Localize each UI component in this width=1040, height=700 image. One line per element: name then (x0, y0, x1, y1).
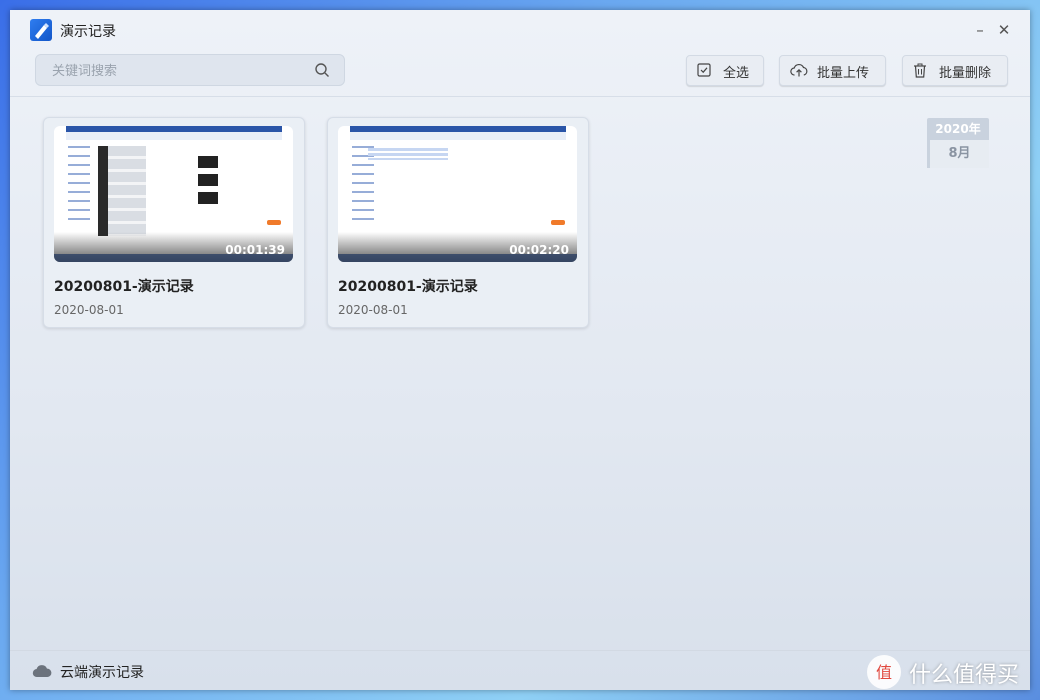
recording-card[interactable]: 00:01:39 20200801-演示记录 2020-08-01 (43, 117, 305, 328)
presentation-pen-icon (30, 19, 52, 41)
batch-delete-button[interactable]: 批量删除 (902, 55, 1008, 86)
toolbar-divider (10, 96, 1030, 97)
recording-duration: 00:01:39 (225, 243, 285, 257)
recording-title: 20200801-演示记录 (338, 279, 478, 295)
recording-date: 2020-08-01 (54, 303, 124, 317)
timeline-year[interactable]: 2020年 (927, 118, 989, 140)
search-box (35, 54, 345, 87)
window-title: 演示记录 (60, 24, 116, 40)
batch-upload-label: 批量上传 (817, 66, 870, 81)
search-icon[interactable] (314, 62, 330, 78)
watermark-text: 什么值得买 (909, 663, 1020, 688)
batch-delete-label: 批量删除 (939, 66, 992, 81)
cloud-records-label: 云端演示记录 (60, 665, 144, 681)
watermark-logo: 值 (867, 655, 901, 689)
footer-divider (10, 650, 1030, 651)
recording-card[interactable]: 00:02:20 20200801-演示记录 2020-08-01 (327, 117, 589, 328)
recording-thumbnail[interactable]: 00:02:20 (338, 126, 577, 262)
recording-date: 2020-08-01 (338, 303, 408, 317)
recording-title: 20200801-演示记录 (54, 279, 194, 295)
cloud-upload-icon (790, 64, 808, 77)
date-timeline: 2020年 8月 (927, 118, 989, 168)
title-bar: 演示记录 – ✕ (10, 10, 1030, 52)
trash-icon (914, 63, 926, 78)
search-input[interactable] (50, 55, 304, 87)
timeline-month[interactable]: 8月 (927, 140, 989, 168)
cloud-icon (32, 665, 52, 678)
recording-duration: 00:02:20 (509, 243, 569, 257)
batch-upload-button[interactable]: 批量上传 (779, 55, 886, 86)
select-all-label: 全选 (723, 66, 750, 81)
close-button[interactable]: ✕ (994, 20, 1014, 40)
recording-thumbnail[interactable]: 00:01:39 (54, 126, 293, 262)
app-window: 演示记录 – ✕ 全选 批量上传 批量删除 (10, 10, 1030, 690)
select-all-button[interactable]: 全选 (686, 55, 764, 86)
minimize-button[interactable]: – (970, 20, 990, 40)
svg-text:值: 值 (876, 663, 892, 682)
checkbox-icon (697, 63, 711, 77)
